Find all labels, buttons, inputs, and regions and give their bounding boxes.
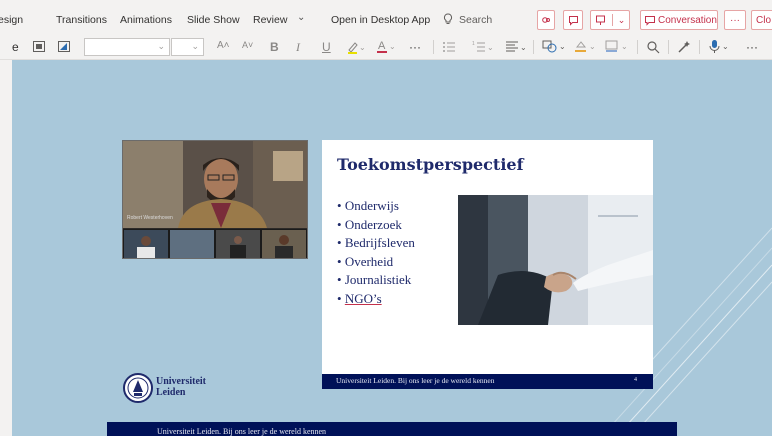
slide-number: 4	[634, 377, 637, 383]
layout-icon[interactable]	[33, 41, 45, 52]
shrink-font-button[interactable]: A˅	[242, 40, 253, 50]
designer-wand-icon[interactable]	[677, 40, 691, 54]
svg-text:1: 1	[472, 41, 475, 47]
leiden-seal-icon	[123, 373, 153, 403]
svg-text:⌄: ⌄	[487, 43, 494, 52]
toolbar-overflow-button[interactable]: ···	[746, 40, 758, 54]
participant-thumbnails	[123, 229, 307, 258]
slide-footer-text: Universiteit Leiden. Bij ons leer je de …	[336, 376, 495, 385]
numbering-icon[interactable]: 1 ⌄	[472, 40, 496, 54]
bold-button[interactable]: B	[270, 40, 279, 54]
tab-transitions[interactable]: Transitions	[56, 14, 107, 26]
search-box[interactable]: Search	[459, 14, 492, 26]
logo-wordmark: Universiteit Leiden	[156, 376, 206, 398]
slide-canvas[interactable]: Robert Westerhoven Toekomstperspectief •…	[12, 60, 772, 436]
bullets-icon[interactable]	[442, 40, 462, 54]
tab-slide-show[interactable]: Slide Show	[187, 14, 240, 26]
present-chevron-icon[interactable]: ⌄	[618, 15, 626, 26]
shape-fill-icon[interactable]: ⌄	[574, 39, 598, 54]
search-icon[interactable]	[646, 40, 660, 54]
toolbar-divider	[637, 40, 638, 54]
left-gutter	[0, 60, 12, 436]
bullet-item: • Journalistiek	[337, 272, 412, 287]
toolbar-divider	[533, 40, 534, 54]
svg-text:⌄: ⌄	[589, 42, 596, 51]
comment-icon	[542, 17, 550, 23]
svg-text:⌄: ⌄	[520, 43, 527, 52]
italic-button[interactable]: I	[296, 40, 300, 55]
slide-footer: Universiteit Leiden. Bij ons leer je de …	[322, 374, 653, 389]
grow-font-button[interactable]: A˄	[217, 40, 230, 51]
svg-text:⌄: ⌄	[722, 42, 729, 51]
conversation-button[interactable]: Conversation	[640, 10, 718, 30]
svg-text:⌄: ⌄	[621, 42, 628, 51]
slide-title[interactable]: Toekomstperspectief	[337, 155, 523, 174]
font-color-icon[interactable]: A ⌄	[376, 39, 396, 54]
speech-bubble-icon	[568, 15, 578, 26]
chevron-down-icon: ⌄	[191, 41, 199, 51]
chat-icon	[645, 15, 655, 26]
slide[interactable]: Toekomstperspectief • Onderwijs • Onderz…	[322, 140, 653, 389]
shapes-icon[interactable]: ⌄	[542, 39, 568, 54]
toolbar-divider	[433, 40, 434, 54]
bullet-list[interactable]: • Onderwijs • Onderzoek • Bedrijfsleven …	[337, 197, 415, 308]
svg-text:⌄: ⌄	[559, 42, 566, 51]
ribbon-tabs: esign Transitions Animations Slide Show …	[0, 0, 772, 34]
video-call-window[interactable]: Robert Westerhoven	[122, 140, 308, 259]
svg-text:⌄: ⌄	[359, 43, 365, 52]
font-size-dropdown[interactable]: ⌄	[171, 38, 204, 56]
highlight-icon[interactable]: ⌄	[347, 40, 365, 54]
toolbar-divider	[699, 40, 700, 54]
svg-text:A: A	[378, 40, 386, 52]
layout-label[interactable]: e	[12, 40, 19, 54]
shape-outline-icon[interactable]: ⌄	[605, 39, 631, 54]
comments-button[interactable]	[537, 10, 555, 30]
conversation-label: Conversation	[658, 14, 717, 26]
more-tabs-chevron-icon[interactable]: ⌄	[297, 12, 305, 23]
presenter-icon	[595, 15, 605, 25]
bullet-item: • Onderzoek	[337, 216, 402, 232]
align-text-icon[interactable]: ⌄	[505, 40, 529, 54]
bottom-banner-text: Universiteit Leiden. Bij ons leer je de …	[157, 427, 327, 436]
universiteit-leiden-logo: Universiteit Leiden	[122, 370, 222, 406]
speaker-name-tag: Robert Westerhoven	[127, 215, 173, 221]
microphone-icon[interactable]: ⌄	[708, 39, 732, 54]
new-comment-button[interactable]	[563, 10, 583, 30]
lightbulb-icon[interactable]	[441, 12, 455, 26]
tab-review[interactable]: Review	[253, 14, 287, 26]
bullet-item: • Bedrijfsleven	[337, 235, 415, 250]
formatting-toolbar: e ⌄ ⌄ A˄ A˅ B I U ⌄ A ⌄ ··· 1 ⌄ ⌄ ⌄ ⌄ ⌄ ⌄ …	[0, 34, 772, 60]
font-family-dropdown[interactable]: ⌄	[84, 38, 170, 56]
bullet-item: • Overheid	[337, 253, 394, 269]
toolbar-divider	[668, 40, 669, 54]
more-options-button[interactable]: ···	[724, 10, 746, 30]
present-button[interactable]: ⌄	[590, 10, 630, 30]
close-button[interactable]: Clo	[751, 10, 772, 30]
svg-text:⌄: ⌄	[389, 42, 396, 51]
open-in-desktop-app-button[interactable]: Open in Desktop App	[331, 14, 430, 26]
tab-design[interactable]: esign	[0, 14, 23, 26]
chevron-down-icon: ⌄	[157, 41, 165, 51]
reset-slide-icon[interactable]	[58, 41, 70, 52]
bottom-banner: Universiteit Leiden. Bij ons leer je de …	[107, 422, 677, 436]
underline-button[interactable]: U	[322, 40, 331, 54]
split-divider	[611, 14, 613, 26]
more-font-options-button[interactable]: ···	[409, 40, 421, 54]
tab-animations[interactable]: Animations	[120, 14, 172, 26]
bullet-item: • Onderwijs	[337, 198, 399, 213]
bullet-item: • NGO’s	[337, 290, 382, 306]
handshake-photo	[458, 195, 653, 325]
